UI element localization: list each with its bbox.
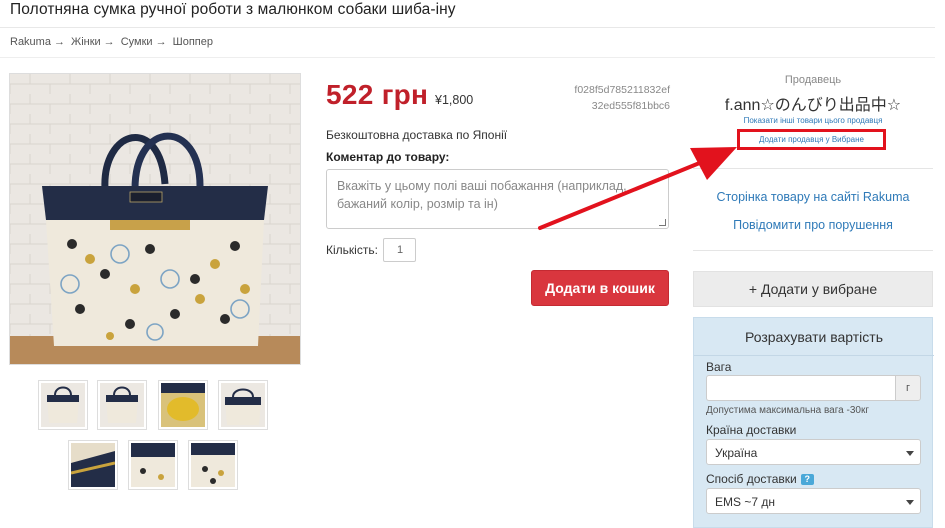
breadcrumb-item[interactable]: Сумки	[121, 36, 153, 48]
thumbnail[interactable]	[97, 380, 147, 430]
page-title: Полотняна сумка ручної роботи з малюнком…	[10, 1, 456, 18]
add-to-favorites-button[interactable]: + Додати у вибране	[693, 271, 933, 307]
shipping-info: Безкоштовна доставка по Японії	[326, 128, 508, 142]
divider	[693, 250, 933, 251]
thumbnail[interactable]	[188, 440, 238, 490]
cost-calculator: Розрахувати вартість Вага г Допустима ма…	[693, 317, 934, 528]
add-seller-favorite-link[interactable]: Додати продавця у Вибране	[737, 129, 886, 150]
method-label: Спосіб доставки?	[706, 472, 814, 486]
main-product-image[interactable]	[9, 73, 301, 365]
country-label: Країна доставки	[706, 423, 797, 437]
weight-hint: Допустима максимальна вага -30кг	[706, 405, 869, 416]
breadcrumb-item[interactable]: Rakuma	[10, 36, 51, 48]
breadcrumb-separator: →	[155, 36, 167, 48]
method-value: EMS ~7 дн	[715, 495, 775, 509]
country-value: Україна	[715, 446, 758, 460]
divider	[0, 27, 935, 28]
product-code: f028f5d785211832ef 32ed555f81bbc6	[560, 82, 670, 114]
annotation-arrow-icon	[538, 147, 737, 230]
seller-name: f.ann☆のんびり出品中☆	[724, 97, 902, 114]
weight-label: Вага	[706, 360, 732, 374]
chevron-down-icon	[906, 451, 914, 456]
thumbnail[interactable]	[38, 380, 88, 430]
thumbnail[interactable]	[128, 440, 178, 490]
method-label-text: Спосіб доставки	[706, 472, 797, 486]
breadcrumb-item[interactable]: Жінки	[71, 36, 101, 48]
divider	[694, 355, 934, 356]
thumbnail[interactable]	[158, 380, 208, 430]
add-to-cart-button[interactable]: Додати в кошик	[531, 270, 669, 306]
quantity-input[interactable]: 1	[383, 238, 416, 262]
thumbnail[interactable]	[218, 380, 268, 430]
divider	[0, 57, 935, 58]
product-code-line: 32ed555f81bbc6	[591, 100, 670, 112]
help-icon[interactable]: ?	[800, 474, 814, 485]
breadcrumb-item[interactable]: Шоппер	[173, 36, 213, 48]
product-code-line: f028f5d785211832ef	[574, 84, 670, 96]
breadcrumb-separator: →	[53, 36, 65, 48]
price: 522 грн	[326, 79, 429, 110]
thumbnail[interactable]	[68, 440, 118, 490]
delivery-method-select[interactable]: EMS ~7 дн	[706, 488, 921, 514]
price-yen: ¥1,800	[435, 93, 474, 107]
weight-input[interactable]	[706, 375, 895, 401]
quantity-label: Кількість:	[326, 243, 378, 257]
breadcrumb-separator: →	[103, 36, 115, 48]
chevron-down-icon	[906, 500, 914, 505]
seller-label: Продавець	[784, 74, 842, 86]
seller-other-items-link[interactable]: Показати інші товари цього продавця	[693, 116, 933, 125]
calculator-title: Розрахувати вартість	[745, 329, 883, 345]
breadcrumb: Rakuma → Жінки → Сумки → Шоппер	[10, 36, 216, 48]
country-select[interactable]: Україна	[706, 439, 921, 465]
comment-label: Коментар до товару:	[326, 150, 450, 164]
weight-unit: г	[895, 375, 921, 401]
